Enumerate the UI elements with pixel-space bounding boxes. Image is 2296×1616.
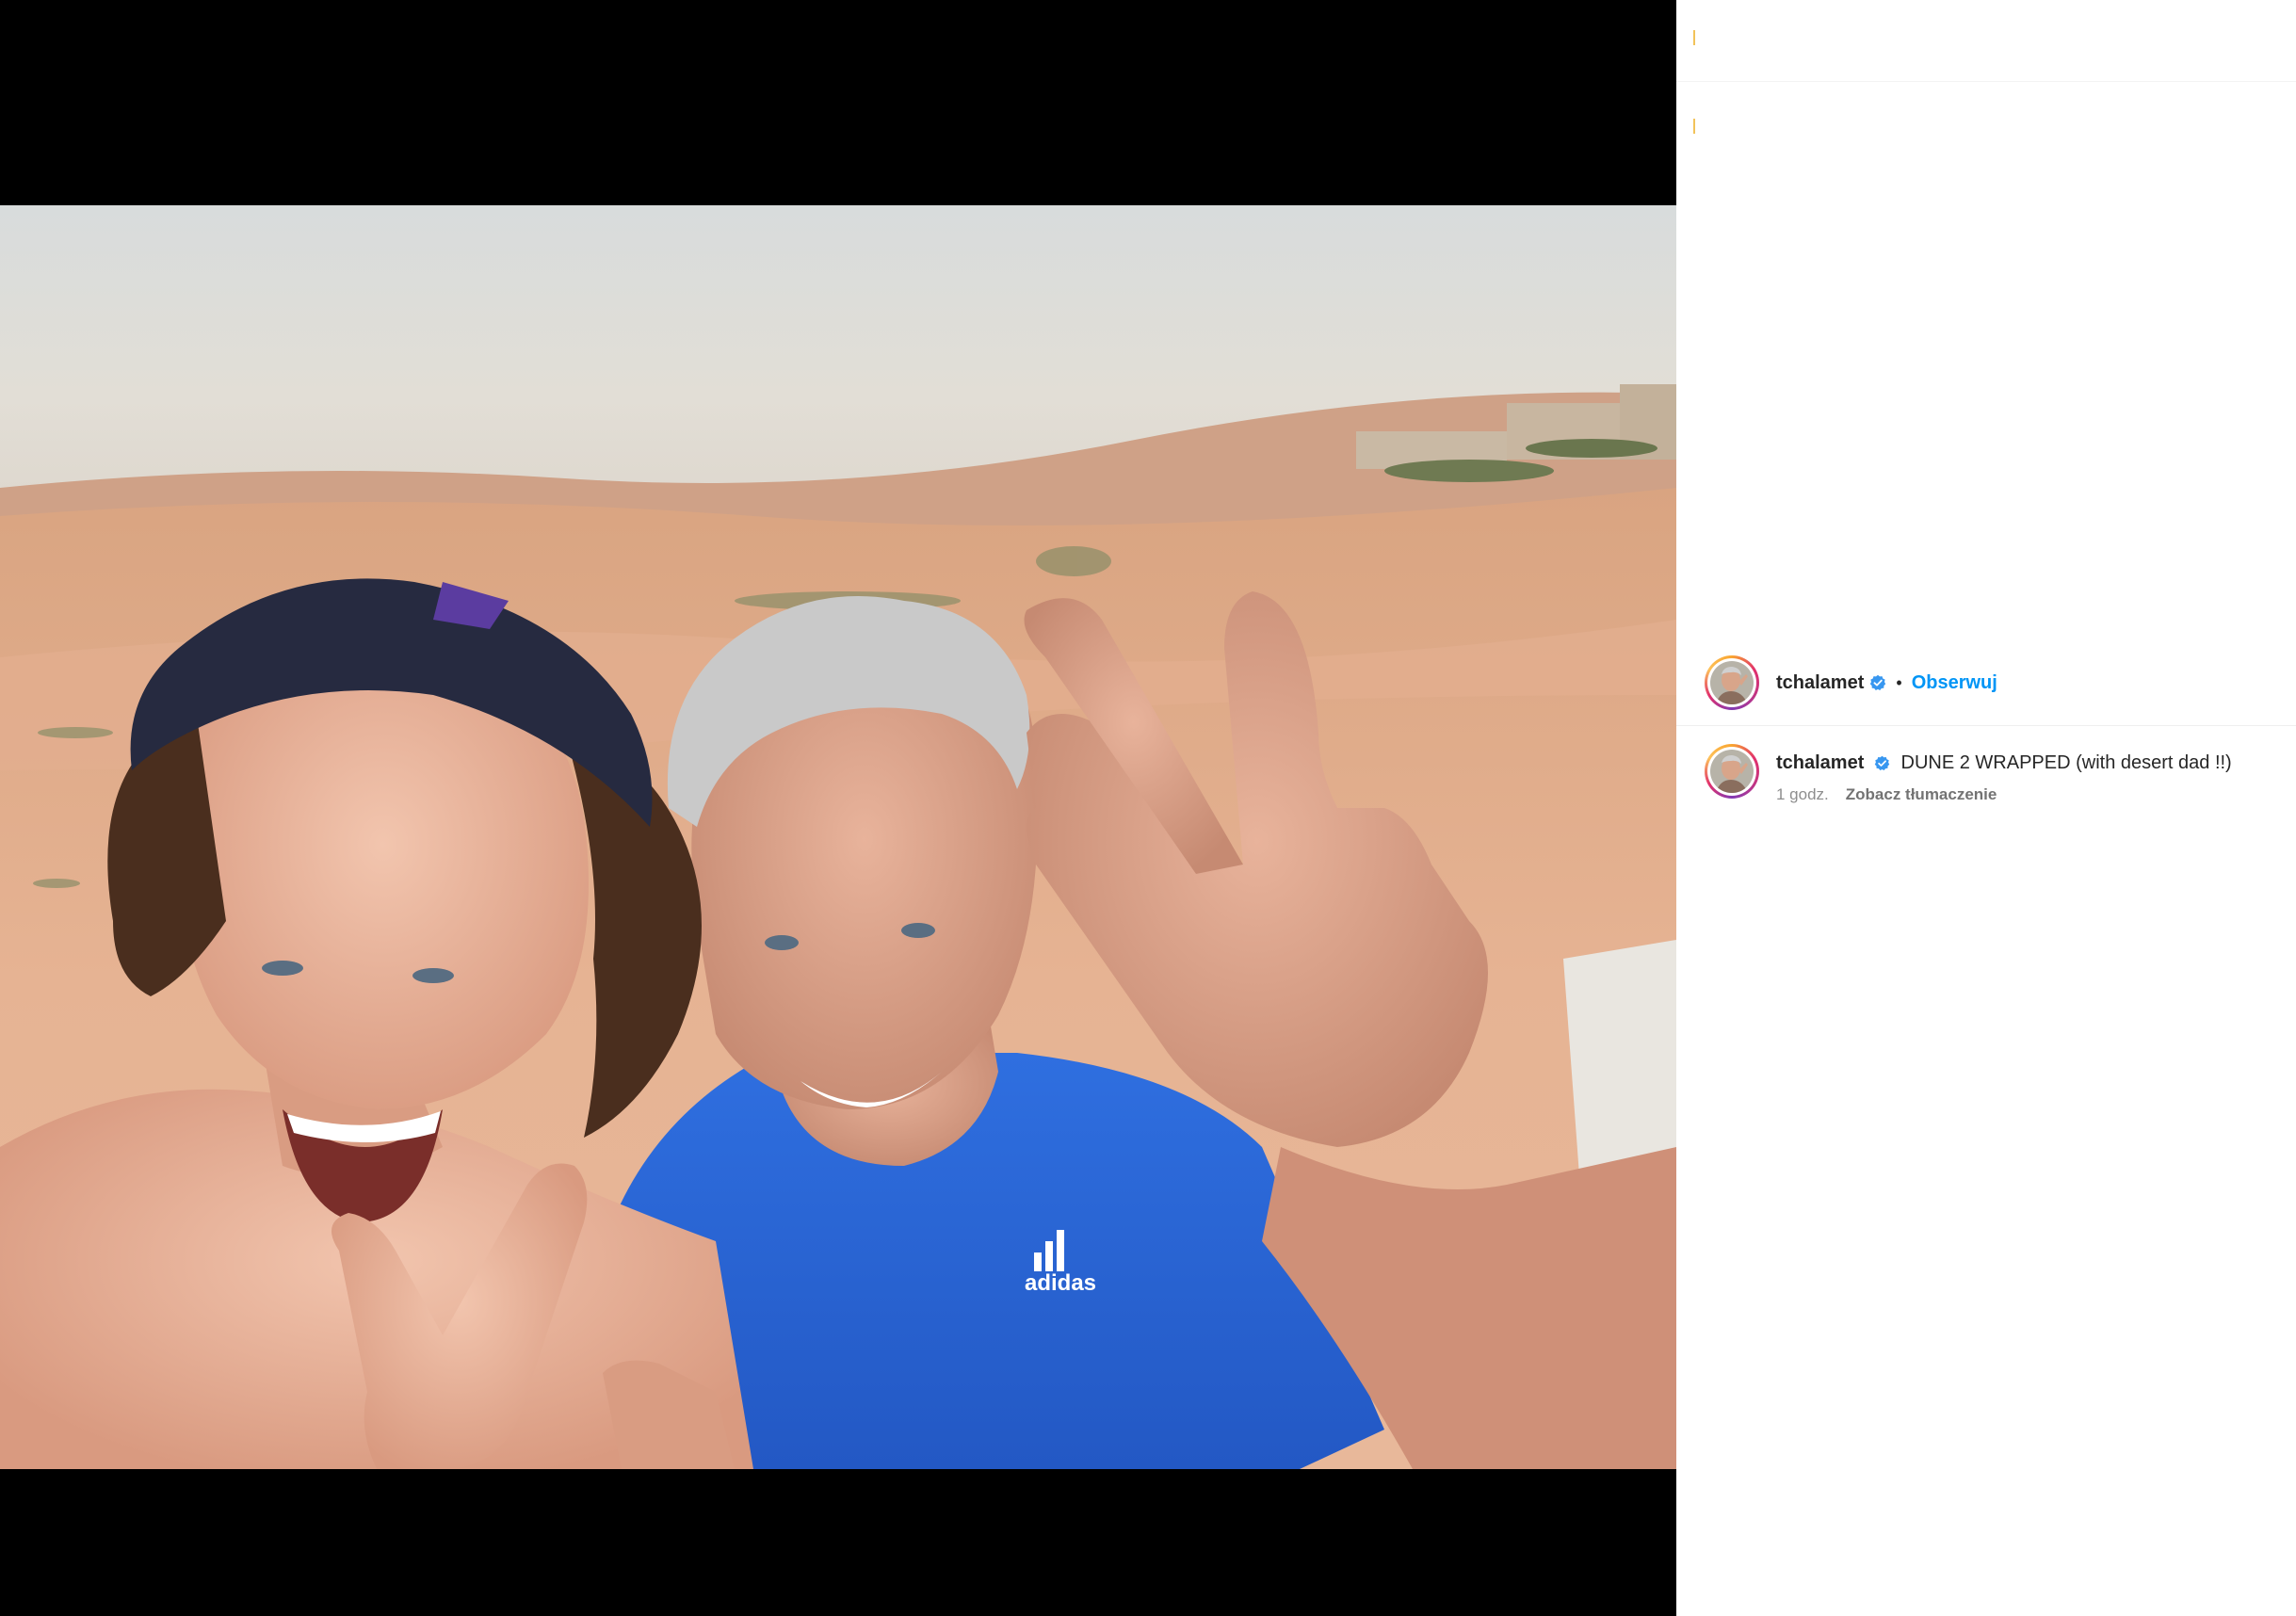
desert-selfie-image: adidas — [0, 205, 1676, 1469]
post-photo[interactable]: adidas — [0, 205, 1676, 1469]
avatar[interactable] — [1705, 655, 1759, 710]
follow-button[interactable]: Obserwuj — [1912, 672, 1997, 694]
loading-placeholder-mark — [1693, 30, 1695, 45]
svg-text:adidas: adidas — [1025, 1270, 1096, 1296]
caption-meta: 1 godz. Zobacz tłumaczenie — [1776, 785, 2232, 804]
instagram-post-view: adidas tchalamet • Obserwuj tchalamet DU… — [0, 0, 2296, 1616]
verified-badge-icon — [1870, 674, 1886, 690]
caption-avatar[interactable] — [1705, 744, 1759, 799]
sidebar-top-divider — [1676, 81, 2296, 82]
avatar-image — [1710, 750, 1754, 793]
post-caption: tchalamet DUNE 2 WRAPPED (with desert da… — [1705, 744, 2232, 804]
see-translation-button[interactable]: Zobacz tłumaczenie — [1846, 785, 1997, 804]
header-divider — [1676, 725, 2296, 726]
caption-username[interactable]: tchalamet — [1776, 752, 1864, 773]
avatar-inner — [1707, 747, 1756, 796]
avatar-image — [1710, 661, 1754, 704]
post-sidebar: tchalamet • Obserwuj tchalamet DUNE 2 WR… — [1676, 0, 2296, 1616]
caption-text: DUNE 2 WRAPPED (with desert dad !!) — [1900, 752, 2232, 773]
post-username[interactable]: tchalamet — [1776, 672, 1864, 694]
loading-placeholder-mark — [1693, 119, 1695, 134]
media-panel: adidas — [0, 0, 1676, 1616]
verified-badge-icon — [1874, 755, 1890, 771]
post-timestamp[interactable]: 1 godz. — [1776, 785, 1829, 804]
post-header: tchalamet • Obserwuj — [1705, 654, 1997, 712]
separator-dot: • — [1896, 672, 1902, 692]
avatar-inner — [1707, 658, 1756, 707]
caption-body: tchalamet DUNE 2 WRAPPED (with desert da… — [1776, 744, 2232, 804]
caption-line: tchalamet DUNE 2 WRAPPED (with desert da… — [1776, 751, 2232, 774]
